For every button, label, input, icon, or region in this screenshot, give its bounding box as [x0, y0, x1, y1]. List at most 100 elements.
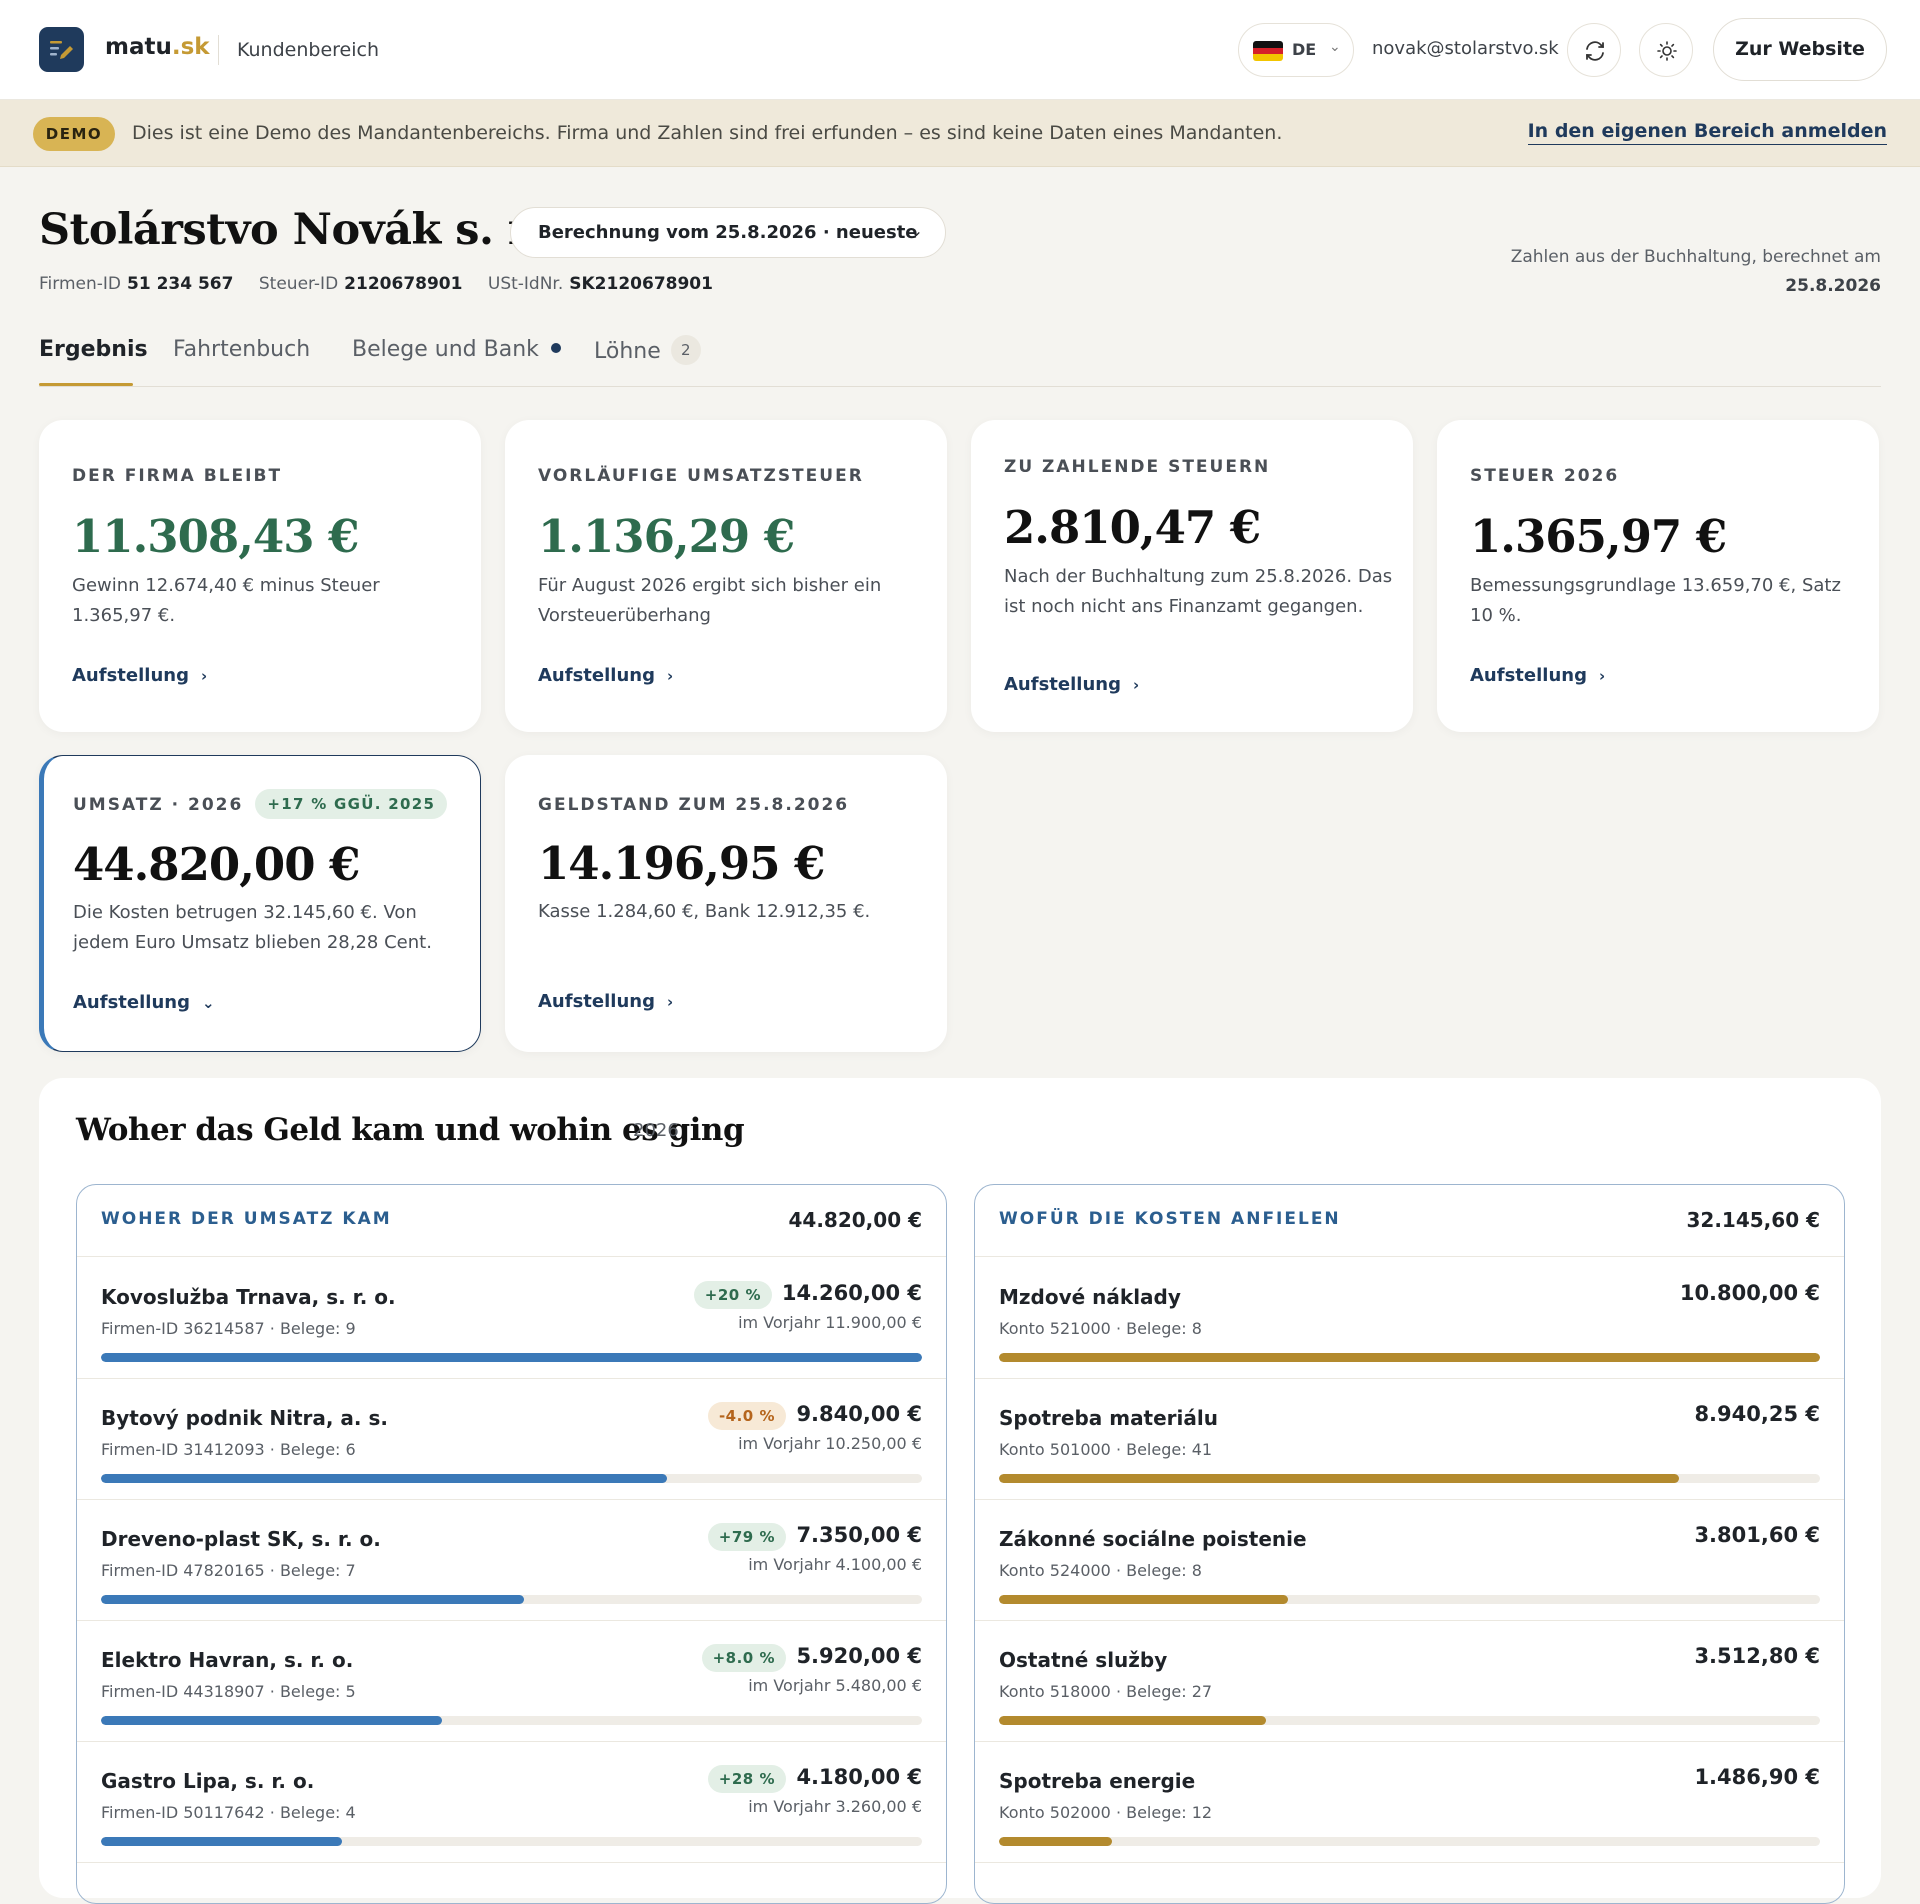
share-bar-fill: [101, 1353, 922, 1362]
cost-row[interactable]: Ostatné služby Konto 518000 · Belege: 27 3…: [975, 1620, 1844, 1742]
card-description: Für August 2026 ergibt sich bisher ein V…: [538, 575, 882, 626]
section-year: 2026: [633, 1120, 679, 1141]
revenue-row[interactable]: Bytový podnik Nitra, a. s. Firmen-ID 3141…: [77, 1378, 946, 1500]
card-value: 2.810,47 €: [1004, 501, 1261, 554]
cost-row[interactable]: Spotreba energie Konto 502000 · Belege: 1…: [975, 1741, 1844, 1863]
id-label: Firmen-ID: [39, 274, 121, 294]
card-revenue[interactable]: UMSATZ · 2026 +17 % GGÜ. 2025 44.820,00 €…: [39, 755, 481, 1052]
row-meta: Konto 521000 · Belege: 8: [999, 1319, 1202, 1338]
row-amount: 10.800,00 €: [1679, 1281, 1820, 1305]
chevron-right-icon: ›: [666, 667, 674, 685]
card-value: 44.820,00 €: [73, 838, 360, 891]
card-taxes-due: ZU ZAHLENDE STEUERN 2.810,47 € Nach der …: [971, 420, 1413, 732]
row-amount: 9.840,00 €: [796, 1402, 922, 1426]
chevron-right-icon: ›: [1132, 676, 1140, 694]
tab-ergebnis[interactable]: Ergebnis: [39, 337, 148, 362]
card-provisional-vat: VORLÄUFIGE UMSATZSTEUER 1.136,29 € Für A…: [505, 420, 947, 732]
share-bar-fill: [999, 1595, 1288, 1604]
revenue-sources-panel: WOHER DER UMSATZ KAM 44.820,00 € Kovoslu…: [76, 1184, 947, 1904]
chevron-down-icon: ⌄: [1329, 39, 1341, 55]
card-value: 11.308,43 €: [72, 510, 359, 563]
row-amount: 4.180,00 €: [796, 1765, 922, 1789]
language-selector[interactable]: DE ⌄: [1238, 23, 1354, 77]
card-label: UMSATZ · 2026 +17 % GGÜ. 2025: [73, 789, 448, 820]
tab-fahrtenbuch[interactable]: Fahrtenbuch: [173, 337, 310, 362]
breakdown-toggle[interactable]: Aufstellung ⌄: [73, 992, 215, 1013]
change-badge: +20 %: [693, 1281, 772, 1309]
change-badge: +28 %: [707, 1765, 786, 1793]
revenue-row[interactable]: Kovoslužba Trnava, s. r. o. Firmen-ID 362…: [77, 1257, 946, 1379]
revenue-row[interactable]: Gastro Lipa, s. r. o. Firmen-ID 50117642 …: [77, 1741, 946, 1863]
breakdown-link[interactable]: Aufstellung ›: [538, 665, 673, 686]
calculation-select[interactable]: Berechnung vom 25.8.2026 · neueste ⌄: [510, 207, 946, 258]
share-bar: [101, 1474, 922, 1483]
refresh-button[interactable]: [1567, 23, 1621, 77]
row-meta: Firmen-ID 31412093 · Belege: 6: [101, 1440, 356, 1459]
row-amount: 3.512,80 €: [1694, 1644, 1820, 1668]
count-badge: 2: [670, 335, 701, 365]
row-amount: 5.920,00 €: [796, 1644, 922, 1668]
row-meta: Konto 518000 · Belege: 27: [999, 1682, 1213, 1701]
card-label: VORLÄUFIGE UMSATZSTEUER: [538, 466, 864, 486]
row-amount: 14.260,00 €: [781, 1281, 922, 1305]
website-button[interactable]: Zur Website: [1713, 18, 1887, 81]
row-name: Bytový podnik Nitra, a. s.: [101, 1406, 388, 1430]
tab-loehne[interactable]: Löhne 2: [594, 335, 701, 367]
row-meta: Konto 524000 · Belege: 8: [999, 1561, 1202, 1580]
row-name: Gastro Lipa, s. r. o.: [101, 1769, 315, 1793]
breakdown-link[interactable]: Aufstellung ›: [72, 665, 207, 686]
card-value: 14.196,95 €: [538, 837, 825, 890]
share-bar: [101, 1716, 922, 1725]
active-tab-indicator: [39, 383, 133, 386]
language-code: DE: [1292, 40, 1317, 59]
row-name: Ostatné služby: [999, 1648, 1168, 1672]
app-logo[interactable]: [39, 27, 84, 72]
chevron-down-icon: ⌄: [909, 221, 923, 240]
share-bar: [101, 1837, 922, 1846]
revenue-row[interactable]: Dreveno-plast SK, s. r. o. Firmen-ID 4782…: [77, 1499, 946, 1621]
theme-toggle-button[interactable]: [1639, 23, 1693, 77]
row-meta: Firmen-ID 36214587 · Belege: 9: [101, 1319, 356, 1338]
calculation-note: Zahlen aus der Buchhaltung, berechnet am…: [1510, 247, 1881, 296]
breakdown-link[interactable]: Aufstellung ›: [1470, 665, 1605, 686]
money-flow-section: Woher das Geld kam und wohin es ging 202…: [39, 1078, 1881, 1904]
row-meta: Firmen-ID 47820165 · Belege: 7: [101, 1561, 356, 1580]
chevron-right-icon: ›: [1598, 667, 1606, 685]
own-area-login-link[interactable]: In den eigenen Bereich anmelden: [1527, 120, 1887, 145]
chevron-right-icon: ›: [666, 993, 674, 1011]
row-amount: 3.801,60 €: [1694, 1523, 1820, 1547]
cost-row[interactable]: Mzdové náklady Konto 521000 · Belege: 8 10…: [975, 1257, 1844, 1379]
vat-id-value: SK2120678901: [569, 274, 713, 294]
brand-name[interactable]: matu.sk: [105, 34, 210, 60]
share-bar-fill: [999, 1716, 1266, 1725]
card-description: Bemessungsgrundlage 13.659,70 €, Satz 10…: [1470, 575, 1841, 626]
share-bar: [999, 1595, 1820, 1604]
card-retained-profit: DER FIRMA BLEIBT 11.308,43 € Gewinn 12.6…: [39, 420, 481, 732]
row-name: Spotreba energie: [999, 1769, 1196, 1793]
id-label: USt-IdNr.: [487, 274, 564, 294]
breakdown-link[interactable]: Aufstellung ›: [1004, 674, 1139, 695]
chevron-down-icon: ⌄: [201, 994, 215, 1012]
change-badge: +79 %: [707, 1523, 786, 1551]
card-description: Gewinn 12.674,40 € minus Steuer 1.365,97…: [72, 575, 380, 626]
row-previous-year: im Vorjahr 4.100,00 €: [748, 1555, 922, 1574]
refresh-icon: [1586, 41, 1604, 61]
pencil-notes-icon: [50, 41, 73, 59]
card-label: DER FIRMA BLEIBT: [72, 466, 283, 486]
cost-categories-panel: WOFÜR DIE KOSTEN ANFIELEN 32.145,60 € Mz…: [974, 1184, 1845, 1904]
revenue-row[interactable]: Elektro Havran, s. r. o. Firmen-ID 443189…: [77, 1620, 946, 1742]
change-badge: +8.0 %: [701, 1644, 786, 1672]
cost-row[interactable]: Zákonné sociálne poistenie Konto 524000 ·…: [975, 1499, 1844, 1621]
top-bar: matu.sk Kundenbereich DE ⌄ novak@stolars…: [0, 0, 1920, 100]
row-amount: 7.350,00 €: [796, 1523, 922, 1547]
breakdown-link[interactable]: Aufstellung ›: [538, 991, 673, 1012]
calculation-date: 25.8.2026: [1785, 276, 1881, 296]
row-name: Elektro Havran, s. r. o.: [101, 1648, 354, 1672]
share-bar-fill: [101, 1595, 524, 1604]
row-previous-year: im Vorjahr 3.260,00 €: [748, 1797, 922, 1816]
row-meta: Firmen-ID 44318907 · Belege: 5: [101, 1682, 356, 1701]
tab-belege-und-bank[interactable]: Belege und Bank: [352, 337, 561, 362]
row-meta: Konto 502000 · Belege: 12: [999, 1803, 1213, 1822]
card-label: ZU ZAHLENDE STEUERN: [1004, 457, 1271, 477]
cost-row[interactable]: Spotreba materiálu Konto 501000 · Belege:…: [975, 1378, 1844, 1500]
